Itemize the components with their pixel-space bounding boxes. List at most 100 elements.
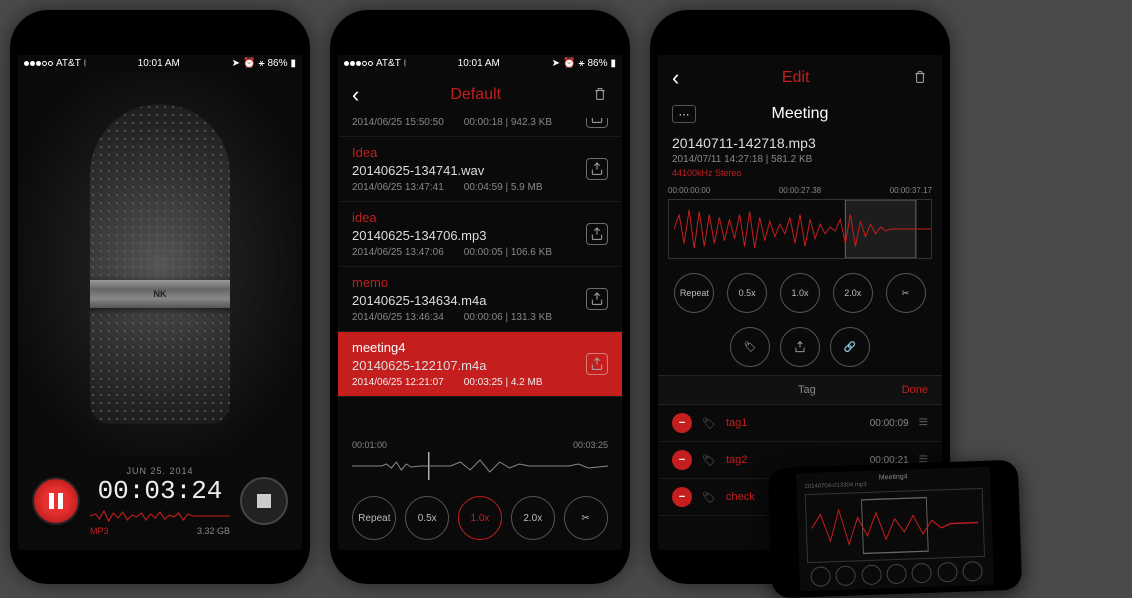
tag-time: 00:00:09 bbox=[870, 418, 909, 429]
bluetooth-icon: ⚹ bbox=[258, 58, 264, 69]
battery-icon: ▮ bbox=[290, 58, 296, 69]
edit-filename: 20140711-142718.mp3 bbox=[672, 135, 928, 151]
message-icon[interactable]: ⋯ bbox=[672, 105, 696, 123]
item-filename: 20140625-122107.m4a bbox=[352, 358, 608, 373]
phone-recorder: AT&T ⧙ 10:01 AM ➤ ⏰ ⚹ 86% ▮ NK JUN 25. 2… bbox=[10, 10, 310, 584]
list-title: Default bbox=[450, 86, 501, 104]
scissors-icon: ✂ bbox=[902, 288, 910, 299]
list-item[interactable]: meeting4 20140625-122107.m4a 2014/06/25 12… bbox=[338, 332, 622, 397]
back-button[interactable]: ‹ bbox=[352, 82, 359, 108]
wave-time-end: 00:00:37.17 bbox=[890, 186, 932, 195]
carrier: AT&T bbox=[376, 58, 401, 69]
record-waveform bbox=[90, 508, 230, 524]
tag-name: tag1 bbox=[726, 417, 860, 429]
speed-10x-button[interactable]: 1.0x bbox=[780, 273, 820, 313]
trim-button[interactable]: ✂ bbox=[886, 273, 926, 313]
item-duration-size: 00:00:05 | 106.6 KB bbox=[464, 247, 552, 258]
speed-10x-button[interactable]: 1.0x bbox=[458, 496, 502, 540]
mini-waveform bbox=[805, 488, 985, 563]
status-time: 10:01 AM bbox=[138, 58, 180, 69]
scissors-icon: ✂ bbox=[581, 513, 589, 524]
mini-buttons bbox=[807, 561, 986, 587]
share-button[interactable] bbox=[780, 327, 820, 367]
edit-waveform[interactable] bbox=[668, 199, 932, 259]
item-duration-size: 00:04:59 | 5.9 MB bbox=[464, 182, 543, 193]
recordings-list: 20140625-155050.m4a2014/06/25 15:50:5000… bbox=[338, 118, 622, 434]
trim-button[interactable]: ✂ bbox=[564, 496, 608, 540]
edit-encoding: 44100kHz Stereo bbox=[672, 168, 928, 178]
delete-button[interactable] bbox=[912, 69, 928, 88]
edit-file-meta: 2014/07/11 14:27:18 | 581.2 KB bbox=[672, 154, 928, 165]
tag-delete-button[interactable]: − bbox=[672, 413, 692, 433]
speed-05x-button[interactable]: 0.5x bbox=[727, 273, 767, 313]
tag-delete-button[interactable]: − bbox=[672, 487, 692, 507]
item-date: 2014/06/25 13:46:34 bbox=[352, 312, 444, 323]
back-button[interactable]: ‹ bbox=[672, 65, 679, 91]
item-share-button[interactable] bbox=[586, 158, 608, 180]
item-share-button[interactable] bbox=[586, 288, 608, 310]
wave-time-mid: 00:00:27.38 bbox=[779, 186, 821, 195]
list-item[interactable]: Idea20140625-134741.wav2014/06/25 13:47:… bbox=[338, 137, 622, 202]
item-date: 2014/06/25 15:50:50 bbox=[352, 118, 444, 128]
repeat-button[interactable]: Repeat bbox=[352, 496, 396, 540]
item-duration-size: 00:00:18 | 942.3 KB bbox=[464, 118, 552, 128]
status-bar: AT&T ⧙ 10:01 AM ➤ ⏰ ⚹ 86% ▮ bbox=[338, 55, 622, 72]
link-button[interactable]: 🔗 bbox=[830, 327, 870, 367]
delete-button[interactable] bbox=[592, 86, 608, 105]
item-date: 2014/06/25 13:47:41 bbox=[352, 182, 444, 193]
tag-icon: 🏷 bbox=[702, 454, 716, 467]
tag-icon: 🏷 bbox=[744, 342, 757, 353]
repeat-button[interactable]: Repeat bbox=[674, 273, 714, 313]
item-share-button[interactable] bbox=[586, 118, 608, 128]
record-date: JUN 25. 2014 bbox=[90, 466, 230, 476]
location-icon: ➤ bbox=[232, 58, 240, 69]
item-share-button[interactable] bbox=[586, 223, 608, 245]
alarm-icon: ⏰ bbox=[563, 58, 575, 69]
item-date: 2014/06/25 13:47:06 bbox=[352, 247, 444, 258]
wifi-icon: ⧙ bbox=[84, 58, 86, 69]
status-time: 10:01 AM bbox=[458, 58, 500, 69]
signal-icon bbox=[24, 61, 53, 66]
tag-icon: 🏷 bbox=[702, 417, 716, 430]
microphone-graphic: NK bbox=[18, 72, 302, 456]
landscape-preview: Meeting4 20140704-013304.mp3 bbox=[768, 460, 1022, 598]
list-item[interactable]: 20140625-155050.m4a2014/06/25 15:50:5000… bbox=[338, 118, 622, 137]
phone-list: AT&T ⧙ 10:01 AM ➤ ⏰ ⚹ 86% ▮ ‹ Default 20… bbox=[330, 10, 630, 584]
signal-icon bbox=[344, 61, 373, 66]
item-date: 2014/06/25 12:21:07 bbox=[352, 377, 444, 388]
list-item[interactable]: memo20140625-134634.m4a2014/06/25 13:46:… bbox=[338, 267, 622, 332]
done-button[interactable]: Done bbox=[902, 384, 928, 396]
tag-name: tag2 bbox=[726, 454, 860, 466]
seek-waveform[interactable] bbox=[352, 452, 608, 480]
seek-position: 00:01:00 bbox=[352, 440, 387, 450]
item-title: idea bbox=[352, 210, 608, 225]
speed-20x-button[interactable]: 2.0x bbox=[833, 273, 873, 313]
tag-icon: 🏷 bbox=[702, 491, 716, 504]
tag-button[interactable]: 🏷 bbox=[730, 327, 770, 367]
alarm-icon: ⏰ bbox=[243, 58, 255, 69]
location-icon: ➤ bbox=[552, 58, 560, 69]
edit-title: Edit bbox=[782, 69, 810, 87]
mic-brand: NK bbox=[90, 280, 230, 308]
tag-item[interactable]: −🏷 tag1 00:00:09 ≡ bbox=[658, 405, 942, 442]
phone-edit: ‹ Edit ⋯ Meeting 20140711-142718.mp3 201… bbox=[650, 10, 950, 584]
item-duration-size: 00:03:25 | 4.2 MB bbox=[464, 377, 543, 388]
item-title: Idea bbox=[352, 145, 608, 160]
tag-drag-handle[interactable]: ≡ bbox=[919, 414, 928, 432]
speed-20x-button[interactable]: 2.0x bbox=[511, 496, 555, 540]
stop-button[interactable] bbox=[240, 477, 288, 525]
item-title: meeting4 bbox=[352, 340, 608, 355]
battery-pct: 86% bbox=[587, 58, 607, 69]
status-bar: AT&T ⧙ 10:01 AM ➤ ⏰ ⚹ 86% ▮ bbox=[18, 55, 302, 72]
item-filename: 20140625-134634.m4a bbox=[352, 293, 608, 308]
item-share-button[interactable] bbox=[586, 353, 608, 375]
tag-delete-button[interactable]: − bbox=[672, 450, 692, 470]
tag-header: Tag bbox=[798, 384, 816, 396]
item-filename: 20140625-134706.mp3 bbox=[352, 228, 608, 243]
pause-icon bbox=[49, 493, 63, 509]
pause-button[interactable] bbox=[32, 477, 80, 525]
bluetooth-icon: ⚹ bbox=[578, 58, 584, 69]
list-item[interactable]: idea 20140625-134706.mp3 2014/06/25 13:47:… bbox=[338, 202, 622, 267]
speed-05x-button[interactable]: 0.5x bbox=[405, 496, 449, 540]
record-size: 3.32 GB bbox=[197, 526, 230, 536]
